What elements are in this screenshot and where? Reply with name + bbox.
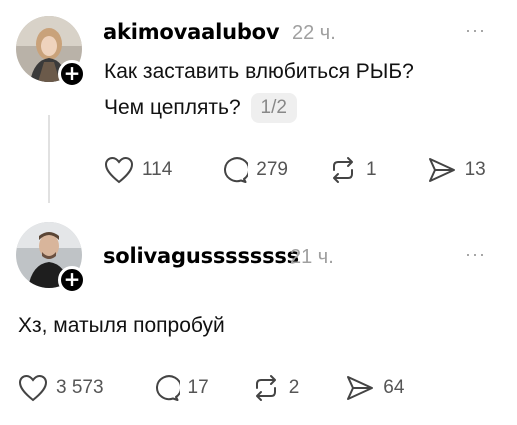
thread-connector-line	[48, 115, 50, 203]
share-count: 13	[464, 159, 486, 180]
repost-button[interactable]: 1	[328, 156, 377, 184]
send-icon	[428, 158, 455, 182]
post-time: 22 ч.	[292, 22, 336, 44]
reply-post: + solivagussssssss 21 ч. ··· Хз, матыля …	[0, 210, 517, 425]
post-text: Как заставить влюбиться РЫБ? Чем цеплять…	[104, 54, 504, 126]
thread-post: + akimovaalubov 22 ч. ··· Как заставить …	[0, 0, 517, 210]
comment-button[interactable]: 17	[150, 374, 209, 402]
comment-button[interactable]: 279	[218, 156, 288, 184]
share-button[interactable]: 13	[427, 156, 486, 184]
comment-icon	[155, 375, 180, 401]
repost-icon	[333, 157, 353, 183]
comment-count: 17	[187, 377, 209, 398]
share-count: 64	[383, 377, 405, 398]
more-options-icon[interactable]: ···	[465, 244, 486, 265]
repost-icon	[255, 375, 276, 401]
send-icon	[347, 376, 374, 400]
avatar[interactable]: +	[16, 16, 86, 88]
repost-count: 2	[288, 377, 300, 398]
like-button[interactable]: 3 573	[18, 374, 104, 402]
username[interactable]: akimovaalubov	[103, 20, 280, 44]
heart-icon	[18, 374, 48, 402]
follow-plus-icon[interactable]: +	[58, 60, 86, 88]
avatar[interactable]: +	[16, 222, 86, 294]
username[interactable]: solivagussssssss	[103, 244, 299, 268]
heart-icon	[104, 156, 134, 184]
repost-count: 1	[366, 159, 377, 180]
more-options-icon[interactable]: ···	[465, 20, 486, 41]
like-count: 3 573	[56, 377, 104, 398]
follow-plus-icon[interactable]: +	[58, 266, 86, 294]
comment-count: 279	[256, 159, 288, 180]
like-button[interactable]: 114	[104, 156, 172, 184]
repost-button[interactable]: 2	[251, 374, 300, 402]
post-text-line: Как заставить влюбиться РЫБ?	[104, 60, 414, 83]
page-indicator[interactable]: 1/2	[250, 93, 297, 124]
post-text-line-2: Чем цеплять? 1/2	[104, 90, 504, 126]
post-time: 21 ч.	[290, 246, 334, 268]
share-button[interactable]: 64	[345, 374, 404, 402]
comment-icon	[224, 157, 249, 183]
post-text: Хз, матыля попробуй	[18, 314, 225, 337]
post-text-line-content: Чем цеплять?	[104, 96, 241, 119]
like-count: 114	[142, 159, 173, 180]
post-actions: 114 279 1 13	[104, 156, 517, 184]
post-actions: 3 573 17 2 64	[18, 374, 444, 402]
